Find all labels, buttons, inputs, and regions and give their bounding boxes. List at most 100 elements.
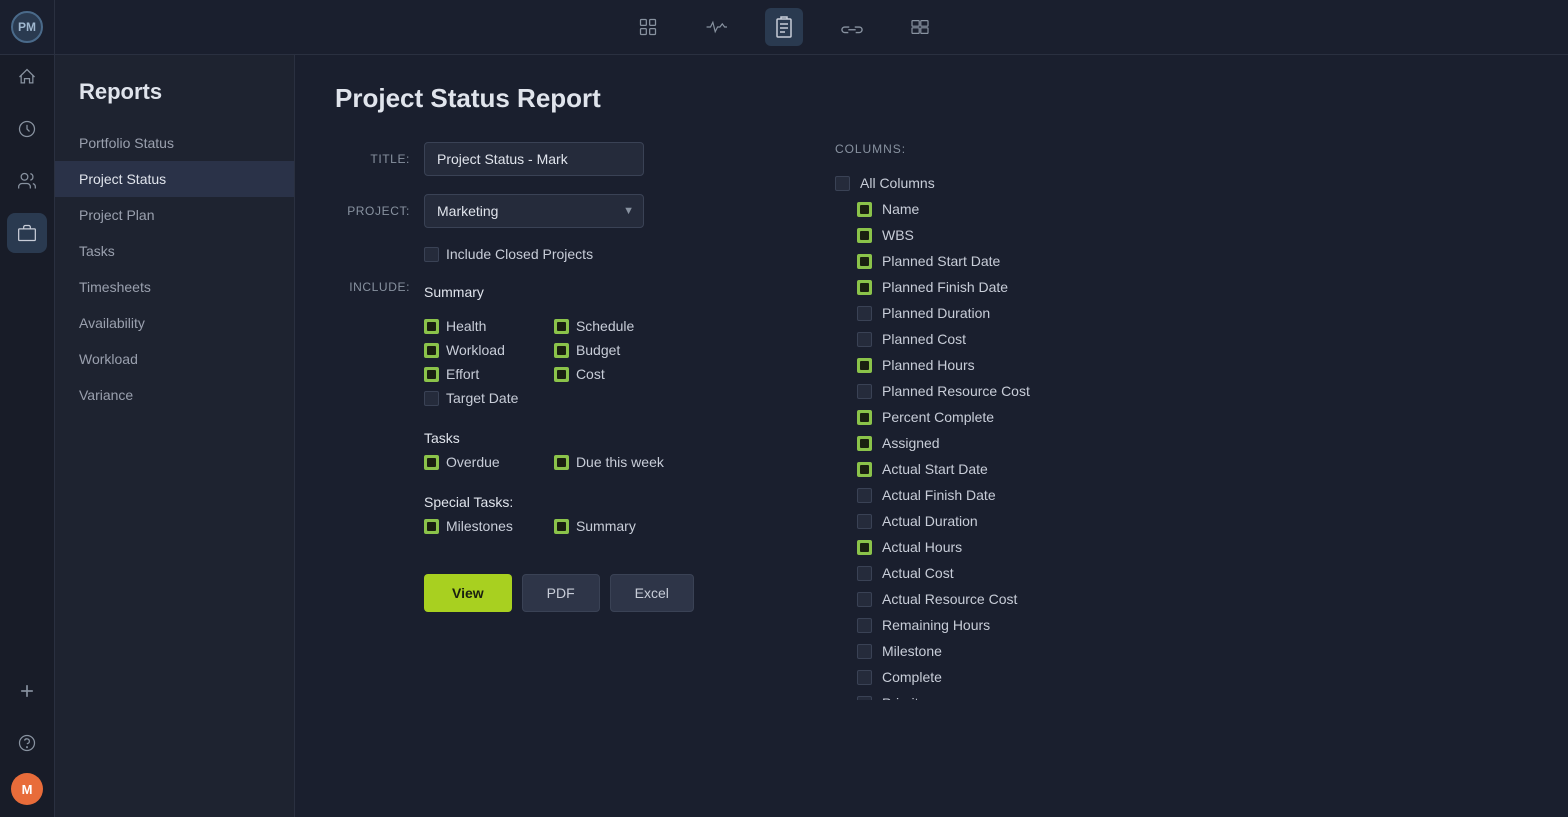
sidebar-item-variance[interactable]: Variance (55, 377, 294, 413)
col-milestone[interactable]: Milestone (835, 638, 1171, 664)
layout-toolbar-button[interactable] (901, 8, 939, 46)
include-closed-label: Include Closed Projects (446, 246, 593, 262)
col-planned-duration[interactable]: Planned Duration (835, 300, 1171, 326)
col-all-columns-box[interactable] (835, 176, 850, 191)
sidebar-item-workload[interactable]: Workload (55, 341, 294, 377)
include-closed-checkbox[interactable] (424, 247, 439, 262)
col-priority-label: Priority (882, 695, 926, 700)
columns-section: COLUMNS: All Columns Name WBS (835, 142, 1175, 700)
col-assigned-box[interactable] (857, 436, 872, 451)
cb-due-this-week-box[interactable] (554, 455, 569, 470)
col-complete-box[interactable] (857, 670, 872, 685)
col-actual-finish-date-box[interactable] (857, 488, 872, 503)
sidebar-item-availability[interactable]: Availability (55, 305, 294, 341)
col-planned-finish-date[interactable]: Planned Finish Date (835, 274, 1171, 300)
col-actual-start-date[interactable]: Actual Start Date (835, 456, 1171, 482)
cb-summary-box[interactable] (554, 519, 569, 534)
cb-health-box[interactable] (424, 319, 439, 334)
clipboard-toolbar-button[interactable] (765, 8, 803, 46)
cb-cost[interactable]: Cost (554, 366, 664, 382)
col-planned-finish-date-box[interactable] (857, 280, 872, 295)
cb-schedule[interactable]: Schedule (554, 318, 664, 334)
cb-budget-box[interactable] (554, 343, 569, 358)
col-planned-duration-box[interactable] (857, 306, 872, 321)
sidebar-item-timesheets[interactable]: Timesheets (55, 269, 294, 305)
col-remaining-hours[interactable]: Remaining Hours (835, 612, 1171, 638)
pulse-toolbar-button[interactable] (697, 8, 735, 46)
col-actual-hours-box[interactable] (857, 540, 872, 555)
cb-budget[interactable]: Budget (554, 342, 664, 358)
view-button[interactable]: View (424, 574, 512, 612)
sidebar-icon-history[interactable] (7, 109, 47, 149)
sidebar-item-tasks[interactable]: Tasks (55, 233, 294, 269)
col-remaining-hours-box[interactable] (857, 618, 872, 633)
cb-effort[interactable]: Effort (424, 366, 534, 382)
sidebar-icon-people[interactable] (7, 161, 47, 201)
cb-summary[interactable]: Summary (554, 518, 664, 534)
sidebar-icon-home[interactable] (7, 57, 47, 97)
col-priority[interactable]: Priority (835, 690, 1171, 700)
cb-health[interactable]: Health (424, 318, 534, 334)
col-name-box[interactable] (857, 202, 872, 217)
col-actual-duration[interactable]: Actual Duration (835, 508, 1171, 534)
cb-target-date-box[interactable] (424, 391, 439, 406)
col-percent-complete[interactable]: Percent Complete (835, 404, 1171, 430)
cb-workload[interactable]: Workload (424, 342, 534, 358)
col-actual-cost-box[interactable] (857, 566, 872, 581)
sidebar-icon-help[interactable] (7, 723, 47, 763)
cb-overdue-box[interactable] (424, 455, 439, 470)
col-planned-start-date[interactable]: Planned Start Date (835, 248, 1171, 274)
col-actual-start-date-box[interactable] (857, 462, 872, 477)
col-assigned[interactable]: Assigned (835, 430, 1171, 456)
col-planned-start-date-box[interactable] (857, 254, 872, 269)
col-actual-cost[interactable]: Actual Cost (835, 560, 1171, 586)
include-closed-checkbox-item[interactable]: Include Closed Projects (424, 246, 593, 262)
cb-target-date[interactable]: Target Date (424, 390, 534, 406)
form-section: TITLE: PROJECT: Marketing Development De… (335, 142, 1528, 700)
link-toolbar-button[interactable] (833, 8, 871, 46)
col-actual-hours[interactable]: Actual Hours (835, 534, 1171, 560)
cb-milestones-box[interactable] (424, 519, 439, 534)
col-percent-complete-box[interactable] (857, 410, 872, 425)
col-actual-finish-date[interactable]: Actual Finish Date (835, 482, 1171, 508)
search-toolbar-button[interactable] (629, 8, 667, 46)
col-actual-resource-cost-box[interactable] (857, 592, 872, 607)
title-input[interactable] (424, 142, 644, 176)
col-planned-resource-cost[interactable]: Planned Resource Cost (835, 378, 1171, 404)
col-name[interactable]: Name (835, 196, 1171, 222)
col-planned-cost-box[interactable] (857, 332, 872, 347)
col-actual-duration-box[interactable] (857, 514, 872, 529)
cb-health-label: Health (446, 318, 486, 334)
sidebar-item-portfolio-status[interactable]: Portfolio Status (55, 125, 294, 161)
col-planned-hours-box[interactable] (857, 358, 872, 373)
col-planned-hours[interactable]: Planned Hours (835, 352, 1171, 378)
col-planned-cost[interactable]: Planned Cost (835, 326, 1171, 352)
col-all-columns[interactable]: All Columns (835, 170, 1171, 196)
sidebar-icon-add[interactable] (7, 671, 47, 711)
excel-button[interactable]: Excel (610, 574, 694, 612)
sidebar-item-project-plan[interactable]: Project Plan (55, 197, 294, 233)
sidebar-item-project-status[interactable]: Project Status (55, 161, 294, 197)
col-wbs-box[interactable] (857, 228, 872, 243)
col-complete[interactable]: Complete (835, 664, 1171, 690)
pdf-button[interactable]: PDF (522, 574, 600, 612)
project-select[interactable]: Marketing Development Design Sales (424, 194, 644, 228)
user-avatar[interactable]: M (11, 773, 43, 805)
sidebar-icon-portfolio[interactable] (7, 213, 47, 253)
col-planned-resource-cost-box[interactable] (857, 384, 872, 399)
col-planned-resource-cost-label: Planned Resource Cost (882, 383, 1030, 399)
cb-effort-box[interactable] (424, 367, 439, 382)
col-actual-resource-cost[interactable]: Actual Resource Cost (835, 586, 1171, 612)
col-milestone-box[interactable] (857, 644, 872, 659)
col-priority-box[interactable] (857, 696, 872, 701)
summary-checkboxes: Health Schedule Workload Budget (424, 318, 664, 406)
cb-workload-box[interactable] (424, 343, 439, 358)
col-wbs[interactable]: WBS (835, 222, 1171, 248)
tasks-checkboxes: Overdue Due this week (424, 454, 664, 470)
cb-schedule-box[interactable] (554, 319, 569, 334)
columns-scroll[interactable]: All Columns Name WBS Planned Start Date (835, 170, 1175, 700)
cb-due-this-week[interactable]: Due this week (554, 454, 664, 470)
cb-cost-box[interactable] (554, 367, 569, 382)
cb-milestones[interactable]: Milestones (424, 518, 534, 534)
cb-overdue[interactable]: Overdue (424, 454, 534, 470)
